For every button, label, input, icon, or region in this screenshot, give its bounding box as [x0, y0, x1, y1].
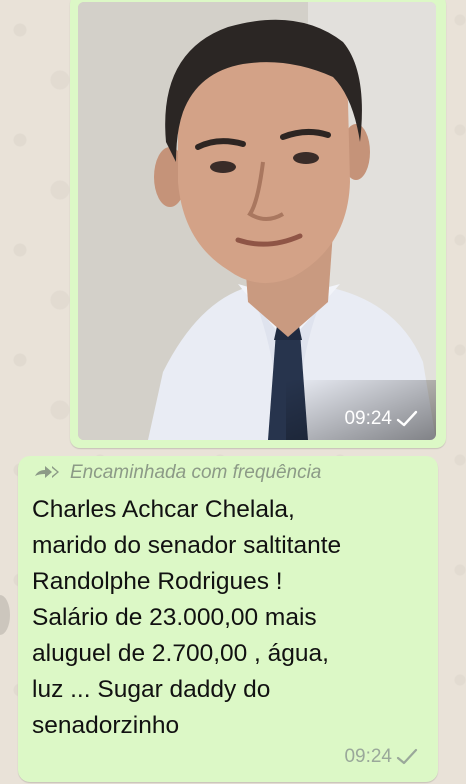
image-message-meta: 09:24 [344, 408, 418, 430]
forwarded-label: Encaminhada com frequência [32, 462, 321, 484]
double-arrow-forward-icon [35, 466, 59, 478]
text-message-time: 09:24 [344, 746, 392, 767]
single-check-icon [396, 748, 418, 765]
message-photo[interactable]: 09:24 [78, 2, 436, 440]
image-message-bubble[interactable]: 09:24 [70, 0, 446, 448]
portrait-illustration [78, 2, 436, 440]
text-message-meta: 09:24 [344, 746, 418, 768]
message-body: Charles Achcar Chelala, marido do senado… [32, 496, 342, 739]
image-message-time: 09:24 [344, 408, 392, 429]
forwarded-text: Encaminhada com frequência [70, 462, 322, 483]
single-check-icon [396, 410, 418, 427]
text-message-bubble[interactable]: Encaminhada com frequência Charles Achca… [18, 456, 438, 782]
